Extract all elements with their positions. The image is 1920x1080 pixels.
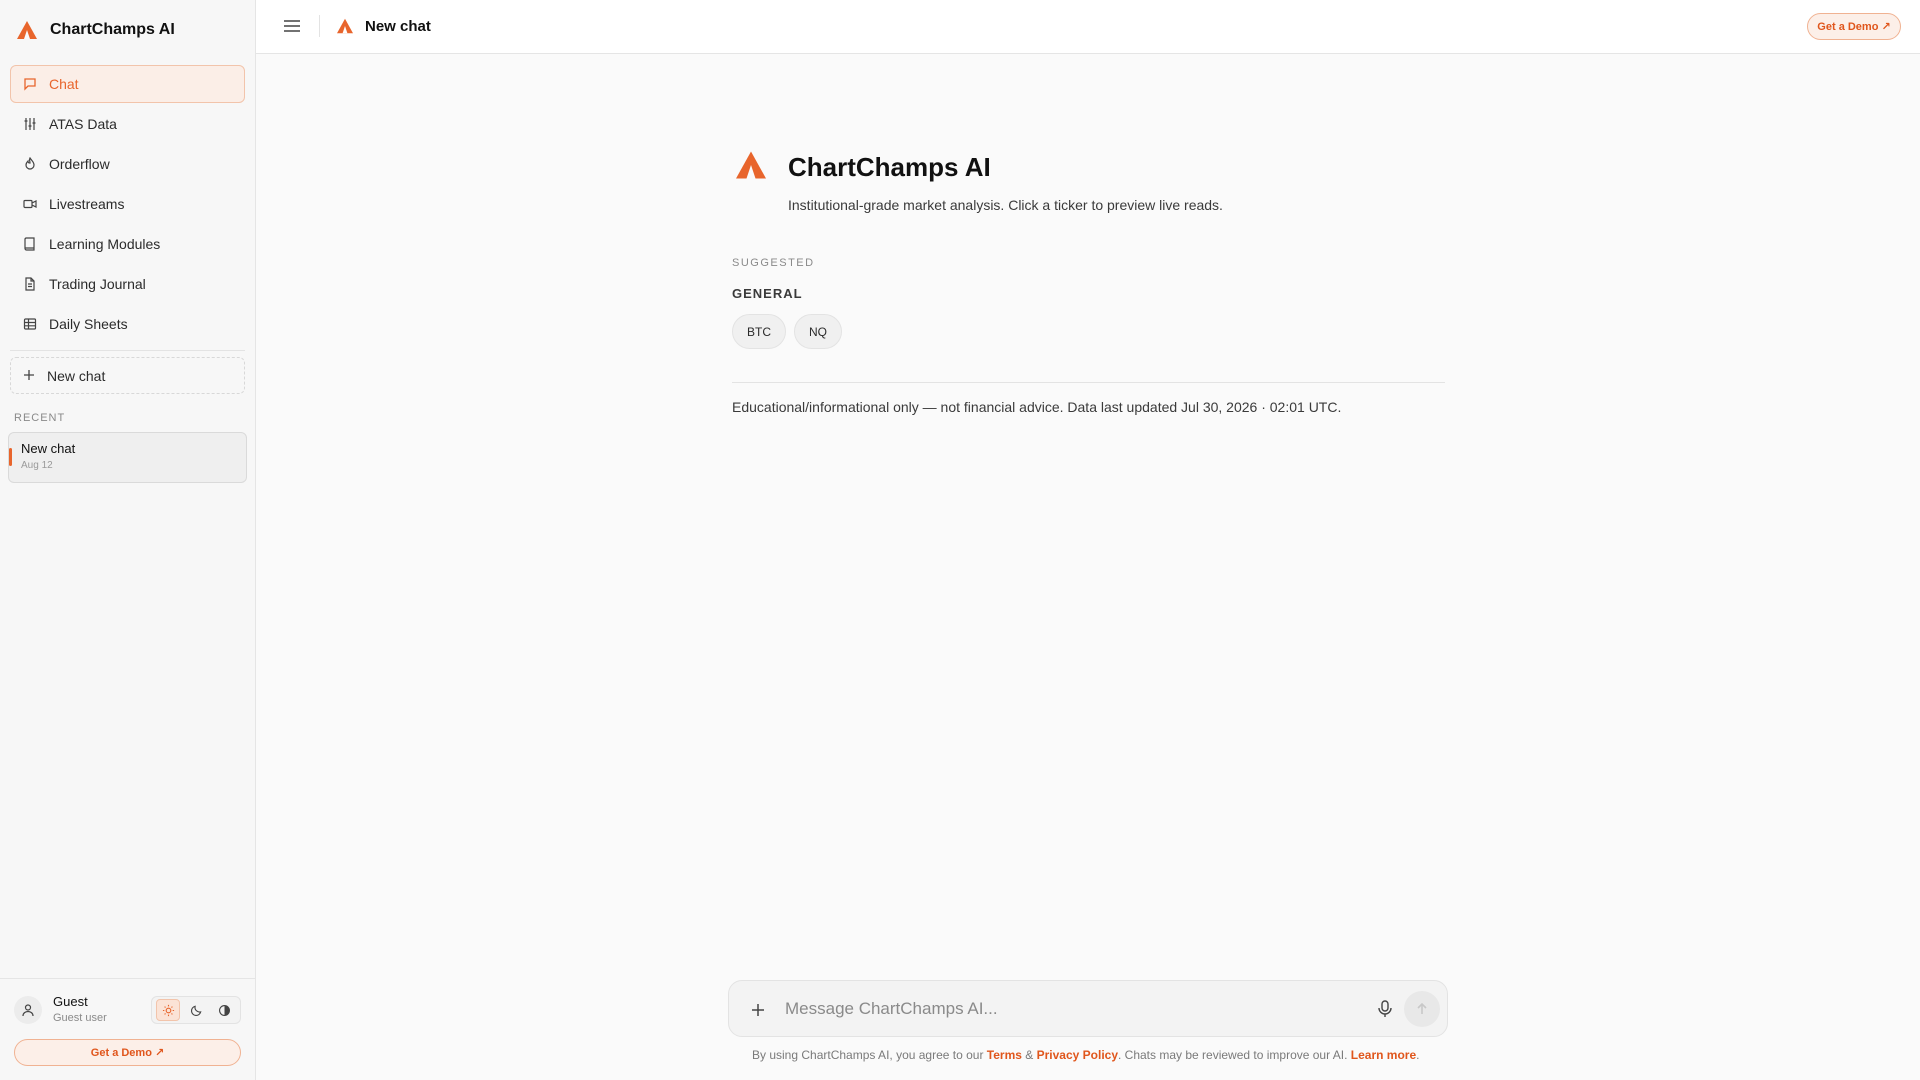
sidebar-item-trading-journal[interactable]: Trading Journal xyxy=(10,265,245,303)
top-bar: New chat Get a Demo ↗ xyxy=(256,0,1920,54)
contrast-icon[interactable] xyxy=(212,999,236,1021)
send-button[interactable] xyxy=(1404,991,1440,1027)
sidebar-item-livestreams[interactable]: Livestreams xyxy=(10,185,245,223)
brand-name: ChartChamps AI xyxy=(50,21,175,38)
sidebar-item-chat[interactable]: Chat xyxy=(10,65,245,103)
suggested-label: SUGGESTED xyxy=(732,257,815,269)
recent-chat-item[interactable]: New chat Aug 12 xyxy=(8,432,247,483)
ticker-chip-nq[interactable]: NQ xyxy=(794,314,842,349)
sidebar-item-label: Livestreams xyxy=(49,196,125,212)
user-icon xyxy=(22,1004,34,1017)
page-title: New chat xyxy=(365,18,431,35)
chartchamps-logo-icon xyxy=(17,21,37,39)
sidebar-item-orderflow[interactable]: Orderflow xyxy=(10,145,245,183)
hero-subtitle: Institutional-grade market analysis. Cli… xyxy=(788,197,1223,213)
book-icon xyxy=(23,237,37,251)
video-icon xyxy=(23,197,37,211)
get-a-demo-button[interactable]: Get a Demo ↗ xyxy=(14,1039,241,1066)
plus-icon xyxy=(23,368,35,384)
attach-plus-icon[interactable] xyxy=(749,1001,767,1019)
terms-prefix: By using ChartChamps AI, you agree to ou… xyxy=(752,1048,987,1062)
privacy-policy-link[interactable]: Privacy Policy xyxy=(1037,1048,1118,1062)
recent-chat-title: New chat xyxy=(21,441,76,456)
sidebar-nav: Chat ATAS Data Orderflow Livestreams Lea… xyxy=(10,65,245,345)
flame-icon xyxy=(23,157,37,171)
disclaimer-text: Educational/informational only — not fin… xyxy=(732,399,1342,415)
sidebar: ChartChamps AI Chat ATAS Data Orderflow … xyxy=(0,0,256,1080)
sidebar-item-daily-sheets[interactable]: Daily Sheets xyxy=(10,305,245,343)
learn-more-link[interactable]: Learn more xyxy=(1351,1048,1416,1062)
sidebar-item-atas-data[interactable]: ATAS Data xyxy=(10,105,245,143)
header-get-a-demo-button[interactable]: Get a Demo ↗ xyxy=(1807,13,1901,40)
new-chat-button[interactable]: New chat xyxy=(10,357,245,394)
message-composer xyxy=(728,980,1448,1037)
terms-notice: By using ChartChamps AI, you agree to ou… xyxy=(752,1048,1419,1062)
user-name: Guest xyxy=(53,994,88,1009)
chat-bubble-icon xyxy=(23,77,37,91)
terms-middle: . Chats may be reviewed to improve our A… xyxy=(1118,1048,1351,1062)
recent-chat-date: Aug 12 xyxy=(21,460,53,471)
terms-amp: & xyxy=(1021,1048,1037,1062)
theme-switcher xyxy=(151,996,241,1024)
user-panel: Guest Guest user Get a Demo ↗ xyxy=(0,978,256,1080)
avatar[interactable] xyxy=(14,996,42,1024)
chartchamps-logo-icon xyxy=(337,18,353,34)
document-icon xyxy=(23,277,37,291)
content-divider xyxy=(732,382,1445,383)
sidebar-brand[interactable]: ChartChamps AI xyxy=(16,18,175,42)
sidebar-item-learning-modules[interactable]: Learning Modules xyxy=(10,225,245,263)
sidebar-item-label: ATAS Data xyxy=(49,116,117,132)
message-input[interactable] xyxy=(785,993,1345,1025)
sidebar-item-label: Daily Sheets xyxy=(49,316,128,332)
terms-suffix: . xyxy=(1416,1048,1420,1062)
sun-icon[interactable] xyxy=(156,999,180,1021)
microphone-icon[interactable] xyxy=(1375,999,1395,1019)
sidebar-item-label: Learning Modules xyxy=(49,236,161,252)
moon-icon[interactable] xyxy=(184,999,208,1021)
ticker-group-label: GENERAL xyxy=(732,286,803,301)
sliders-icon xyxy=(23,117,37,131)
active-indicator xyxy=(9,448,12,466)
sidebar-item-label: Orderflow xyxy=(49,156,110,172)
sidebar-divider xyxy=(10,350,245,351)
ticker-chip-btc[interactable]: BTC xyxy=(732,314,786,349)
hero-title: ChartChamps AI xyxy=(788,152,991,182)
new-chat-label: New chat xyxy=(47,367,106,384)
recent-section-label: RECENT xyxy=(14,412,66,424)
ticker-chips: BTC NQ xyxy=(732,314,842,349)
chartchamps-logo-icon xyxy=(736,151,766,179)
sidebar-item-label: Chat xyxy=(49,76,79,92)
sidebar-item-label: Trading Journal xyxy=(49,276,146,292)
menu-icon[interactable] xyxy=(282,16,302,36)
table-icon xyxy=(23,317,37,331)
user-role: Guest user xyxy=(53,1012,107,1024)
header-divider xyxy=(319,15,320,37)
terms-link[interactable]: Terms xyxy=(987,1048,1022,1062)
arrow-up-icon xyxy=(1417,1002,1427,1014)
